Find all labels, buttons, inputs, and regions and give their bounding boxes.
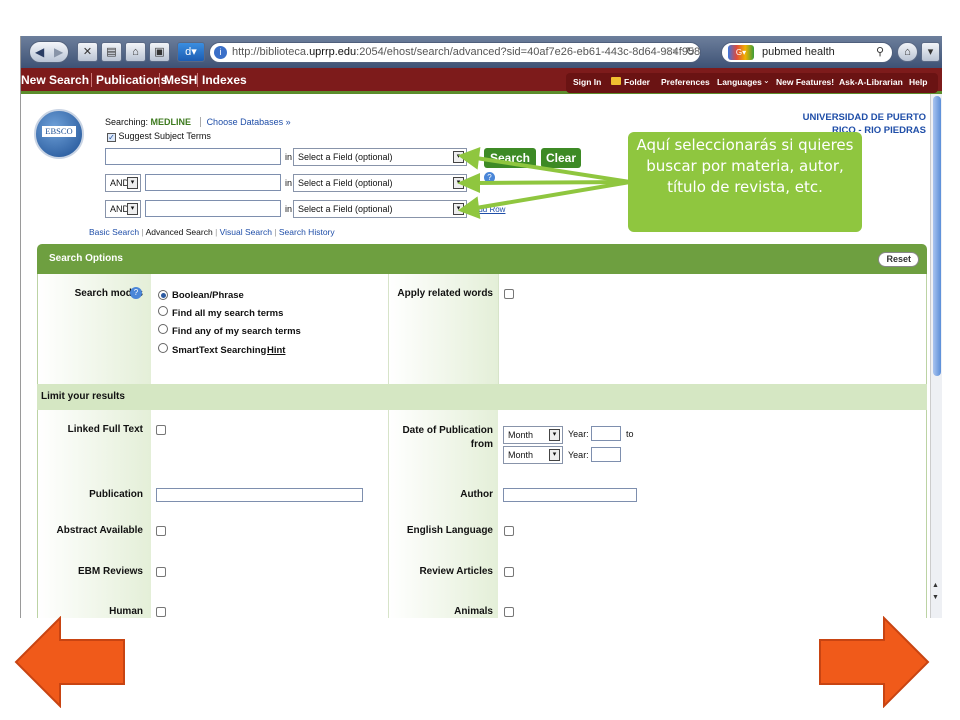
arrowhead-3 — [457, 196, 481, 220]
slide: ◀ ▶ ✕ ▤ ⌂ ▣ d▾ i http://biblioteca.uprrp… — [0, 0, 960, 720]
prev-arrow-icon[interactable] — [14, 616, 128, 708]
arrowhead-1 — [457, 146, 481, 170]
callout-arrow-2 — [475, 180, 631, 185]
callout-arrows — [457, 146, 631, 220]
arrowhead-2 — [457, 172, 480, 194]
callout-arrow-3 — [475, 180, 631, 210]
next-arrow-icon[interactable] — [816, 616, 930, 708]
callout-box: Aquí seleccionarás si quieres buscar por… — [628, 132, 862, 232]
callout-arrow-1 — [475, 156, 631, 184]
